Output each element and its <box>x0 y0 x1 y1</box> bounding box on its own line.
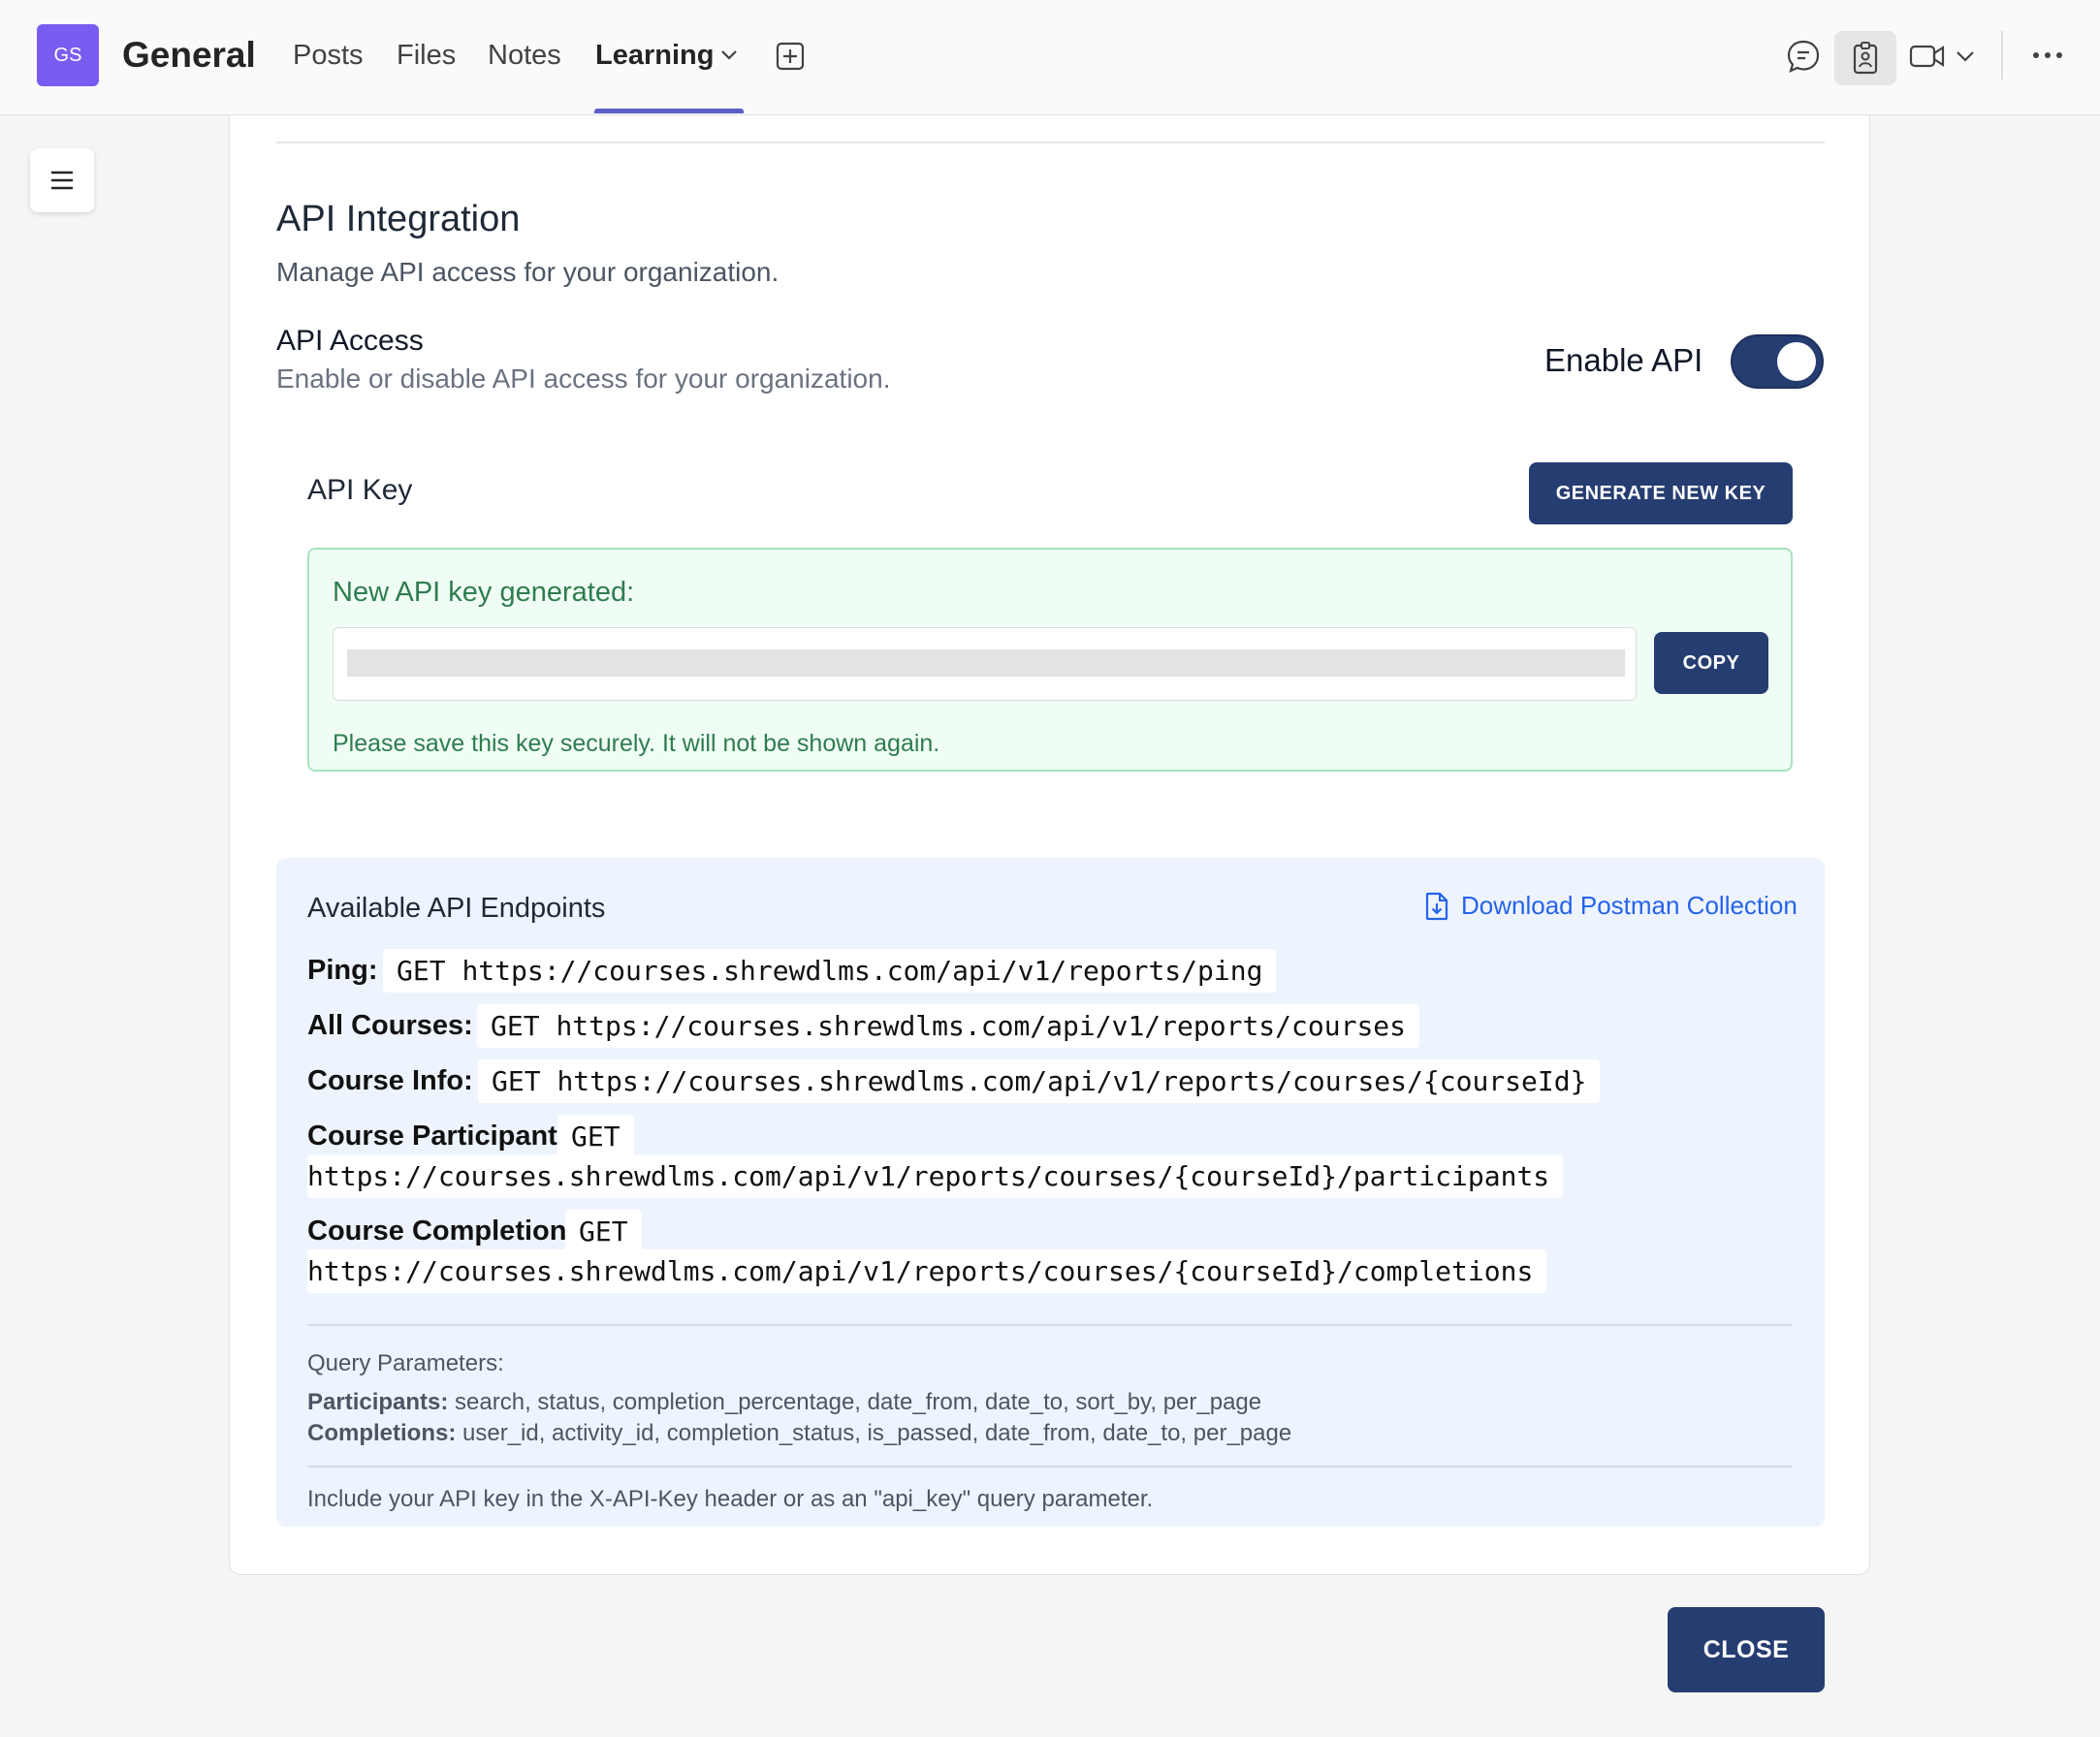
tab-learning[interactable]: Learning <box>595 40 714 72</box>
chat-icon[interactable] <box>1784 37 1823 76</box>
api-access-title: API Access <box>276 325 424 357</box>
endpoint-method: GET <box>492 1065 541 1097</box>
chevron-down-icon[interactable] <box>1955 49 1976 63</box>
enable-api-toggle[interactable] <box>1731 334 1824 389</box>
section-title: API Integration <box>276 199 521 239</box>
endpoint-url: https://courses.shrewdlms.com/api/v1/rep… <box>461 955 1263 987</box>
query-parameters-title: Query Parameters: <box>307 1350 504 1376</box>
api-key-field[interactable] <box>333 627 1637 701</box>
endpoint-code-course-info: GET https://courses.shrewdlms.com/api/v1… <box>478 1059 1601 1103</box>
hamburger-icon <box>51 171 73 190</box>
api-key-title: API Key <box>307 474 413 506</box>
divider <box>307 1466 1793 1468</box>
active-tab-indicator <box>594 109 744 113</box>
api-settings-card: API Integration Manage API access for yo… <box>229 115 1870 1575</box>
menu-button[interactable] <box>30 148 94 212</box>
header-divider <box>2001 31 2003 79</box>
copy-button[interactable]: COPY <box>1654 632 1768 694</box>
team-avatar[interactable]: GS <box>37 24 99 86</box>
download-postman-link[interactable]: Download Postman Collection <box>1424 891 1798 921</box>
redacted-key <box>347 649 1625 677</box>
download-file-icon <box>1425 892 1448 920</box>
endpoints-panel: Available API Endpoints Download Postman… <box>276 858 1825 1527</box>
api-access-subtitle: Enable or disable API access for your or… <box>276 363 891 394</box>
endpoint-method: GET <box>491 1010 540 1042</box>
api-key-usage-note: Include your API key in the X-API-Key he… <box>307 1486 1154 1512</box>
chevron-down-icon[interactable] <box>719 48 739 62</box>
team-title: General <box>122 35 256 75</box>
endpoint-label-all-courses: All Courses: <box>307 1010 473 1041</box>
endpoint-label-course-completions: Course Completions: <box>307 1216 592 1247</box>
tab-notes[interactable]: Notes <box>488 40 561 72</box>
more-options-icon[interactable] <box>2031 50 2064 60</box>
new-key-panel: New API key generated: COPY Please save … <box>307 548 1793 772</box>
enable-api-label: Enable API <box>1544 342 1703 378</box>
video-call-icon[interactable] <box>1908 39 1947 74</box>
divider <box>276 142 1825 143</box>
top-bar: GS General Posts Files Notes Learning <box>0 0 2100 115</box>
completions-params-label: Completions: <box>307 1420 457 1446</box>
tab-posts[interactable]: Posts <box>293 40 364 72</box>
tab-files[interactable]: Files <box>397 40 456 72</box>
endpoint-label-course-info: Course Info: <box>307 1065 473 1096</box>
participants-params-label: Participants: <box>307 1389 449 1415</box>
close-button[interactable]: CLOSE <box>1668 1607 1825 1692</box>
add-tab-icon[interactable] <box>776 42 805 71</box>
completions-params: Completions: user_id, activity_id, compl… <box>307 1420 1291 1447</box>
endpoint-code-ping: GET https://courses.shrewdlms.com/api/v1… <box>383 949 1277 993</box>
section-subtitle: Manage API access for your organization. <box>276 257 780 287</box>
endpoint-method: GET <box>397 955 446 987</box>
participants-params-value: search, status, completion_percentage, d… <box>455 1389 1262 1415</box>
endpoint-method-completions: GET <box>565 1210 642 1253</box>
new-key-title: New API key generated: <box>333 577 635 608</box>
divider <box>307 1324 1793 1326</box>
completions-params-value: user_id, activity_id, completion_status,… <box>462 1420 1292 1446</box>
endpoint-label-ping: Ping: <box>307 955 378 986</box>
generate-new-key-button[interactable]: GENERATE NEW KEY <box>1529 462 1793 524</box>
endpoint-url-participants: https://courses.shrewdlms.com/api/v1/rep… <box>307 1154 1564 1198</box>
meeting-notes-icon[interactable] <box>1834 31 1896 85</box>
endpoint-url-completions: https://courses.shrewdlms.com/api/v1/rep… <box>307 1249 1547 1293</box>
download-postman-label: Download Postman Collection <box>1461 891 1798 920</box>
endpoint-url: https://courses.shrewdlms.com/api/v1/rep… <box>556 1010 1407 1042</box>
endpoints-title: Available API Endpoints <box>307 893 606 924</box>
participants-params: Participants: search, status, completion… <box>307 1389 1261 1416</box>
endpoint-code-all-courses: GET https://courses.shrewdlms.com/api/v1… <box>477 1004 1420 1048</box>
endpoint-label-course-participants: Course Participants: <box>307 1121 583 1152</box>
toggle-knob <box>1777 342 1816 381</box>
endpoint-method-participants: GET <box>557 1115 634 1158</box>
endpoint-url: https://courses.shrewdlms.com/api/v1/rep… <box>557 1065 1587 1097</box>
save-key-note: Please save this key securely. It will n… <box>333 730 940 757</box>
